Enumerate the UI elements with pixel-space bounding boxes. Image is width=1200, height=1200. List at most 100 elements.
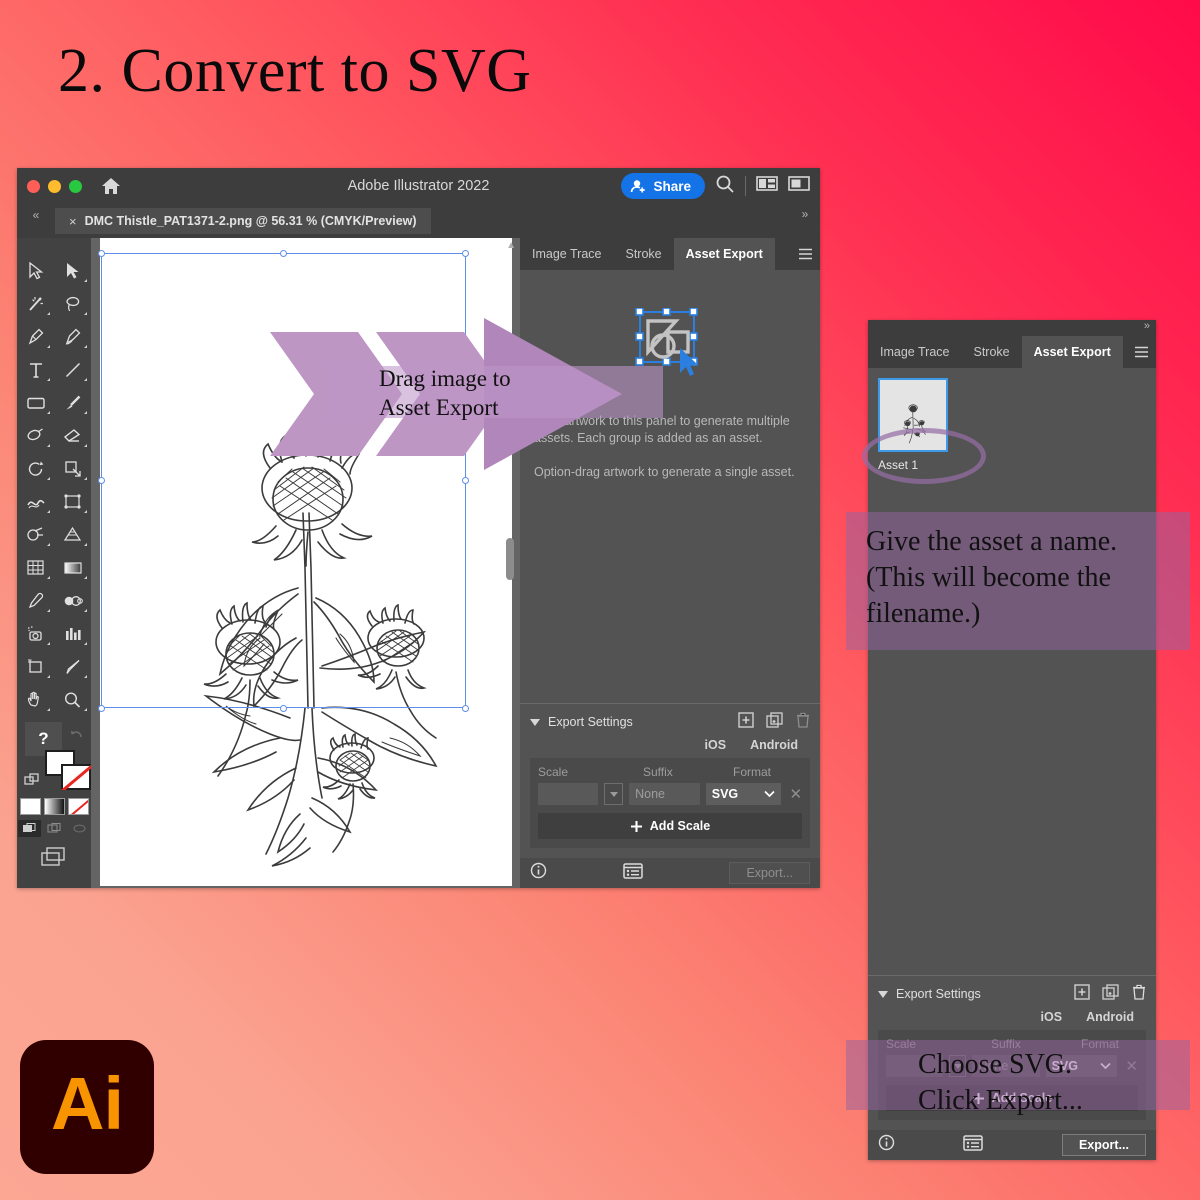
- gradient-swatch-button[interactable]: [43, 798, 65, 815]
- share-button[interactable]: Share: [621, 173, 705, 199]
- shape-builder-tool[interactable]: [17, 518, 54, 551]
- fill-and-stroke-swatches[interactable]: [45, 750, 91, 794]
- info-icon[interactable]: [530, 862, 547, 884]
- gradient-tool[interactable]: [54, 551, 91, 584]
- export-settings-header[interactable]: Export Settings: [530, 710, 810, 734]
- color-mode-buttons[interactable]: [19, 798, 89, 815]
- home-icon[interactable]: [100, 176, 122, 196]
- curvature-tool[interactable]: [54, 320, 91, 353]
- suffix-input[interactable]: None: [629, 783, 700, 805]
- export-settings-list-icon[interactable]: [963, 1134, 984, 1156]
- free-transform-tool[interactable]: [54, 485, 91, 518]
- pen-tool[interactable]: [17, 320, 54, 353]
- zoom-tool[interactable]: [54, 683, 91, 716]
- selection-handle[interactable]: [462, 705, 469, 712]
- add-preset-icon[interactable]: [738, 711, 754, 733]
- symbol-sprayer-tool[interactable]: [17, 617, 54, 650]
- delete-preset-icon[interactable]: [1132, 984, 1146, 1005]
- scale-input[interactable]: [538, 783, 599, 805]
- workspace-switcher-icon[interactable]: [788, 175, 810, 197]
- mesh-tool[interactable]: [17, 551, 54, 584]
- android-toggle[interactable]: Android: [750, 738, 798, 752]
- tab-asset-export[interactable]: Asset Export: [1021, 336, 1123, 368]
- blend-tool[interactable]: [54, 584, 91, 617]
- draw-inside-button[interactable]: [68, 820, 91, 837]
- selection-handle[interactable]: [98, 477, 105, 484]
- export-settings-list-icon[interactable]: [623, 862, 643, 884]
- shaper-tool[interactable]: [17, 419, 54, 452]
- format-select[interactable]: SVG: [705, 783, 782, 805]
- scale-tool[interactable]: [54, 452, 91, 485]
- eraser-tool[interactable]: [54, 419, 91, 452]
- scale-dropdown-icon[interactable]: [604, 783, 624, 805]
- lasso-tool[interactable]: [54, 287, 91, 320]
- export-button[interactable]: Export...: [1061, 1134, 1146, 1156]
- selection-handle[interactable]: [98, 705, 105, 712]
- selection-handle[interactable]: [98, 250, 105, 257]
- selection-handle[interactable]: [280, 705, 287, 712]
- tab-image-trace[interactable]: Image Trace: [868, 336, 961, 368]
- panel-menu-icon[interactable]: [790, 238, 820, 270]
- selection-tool[interactable]: [17, 254, 54, 287]
- line-segment-tool[interactable]: [54, 353, 91, 386]
- perspective-grid-tool[interactable]: [54, 518, 91, 551]
- tab-stroke[interactable]: Stroke: [613, 238, 673, 270]
- swap-fill-stroke-icon[interactable]: [23, 772, 41, 793]
- draw-normal-button[interactable]: [17, 820, 41, 837]
- eyedropper-tool[interactable]: [17, 584, 54, 617]
- export-button[interactable]: Export...: [729, 862, 810, 884]
- export-settings-header[interactable]: Export Settings: [878, 982, 1146, 1006]
- tab-asset-export[interactable]: Asset Export: [673, 238, 775, 270]
- tab-image-trace[interactable]: Image Trace: [520, 238, 613, 270]
- collapse-left-icon[interactable]: «: [17, 204, 55, 238]
- ios-toggle[interactable]: iOS: [705, 738, 727, 752]
- artboard-tool[interactable]: [17, 650, 54, 683]
- collapse-panel-icon[interactable]: »: [1144, 320, 1150, 336]
- tab-stroke[interactable]: Stroke: [961, 336, 1021, 368]
- platform-toggle-row[interactable]: iOS Android: [530, 738, 798, 752]
- type-tool[interactable]: [17, 353, 54, 386]
- none-swatch-button[interactable]: [67, 798, 89, 815]
- undo-arrow-icon[interactable]: [68, 726, 84, 745]
- selection-handle[interactable]: [462, 477, 469, 484]
- add-scale-button[interactable]: Add Scale: [538, 813, 802, 839]
- window-controls[interactable]: [27, 179, 82, 193]
- color-swatch-button[interactable]: [19, 798, 41, 815]
- collapse-right-icon[interactable]: »: [790, 204, 820, 238]
- close-document-icon[interactable]: ×: [69, 214, 77, 229]
- draw-behind-button[interactable]: [43, 820, 66, 837]
- screen-mode-icon[interactable]: [39, 846, 69, 873]
- platform-toggle-row[interactable]: iOS Android: [878, 1010, 1134, 1024]
- android-toggle[interactable]: Android: [1086, 1010, 1134, 1024]
- chevron-down-icon[interactable]: [530, 718, 540, 726]
- search-icon[interactable]: [715, 174, 735, 199]
- chevron-down-icon[interactable]: [878, 990, 888, 998]
- close-window-button[interactable]: [27, 179, 40, 193]
- delete-preset-icon[interactable]: [796, 712, 810, 733]
- remove-scale-icon[interactable]: ✕: [789, 785, 802, 803]
- duplicate-preset-icon[interactable]: [766, 711, 784, 733]
- add-preset-icon[interactable]: [1074, 983, 1090, 1005]
- floating-panel-collapse-bar[interactable]: »: [868, 320, 1156, 336]
- arrange-documents-icon[interactable]: [756, 175, 778, 197]
- minimize-window-button[interactable]: [48, 179, 61, 193]
- rectangle-tool[interactable]: [17, 386, 54, 419]
- maximize-window-button[interactable]: [69, 179, 82, 193]
- slice-tool[interactable]: [54, 650, 91, 683]
- direct-selection-tool[interactable]: [54, 254, 91, 287]
- fill-stroke-controls[interactable]: [17, 750, 91, 794]
- rotate-tool[interactable]: [17, 452, 54, 485]
- drawing-mode-buttons[interactable]: [17, 820, 91, 837]
- paintbrush-tool[interactable]: [54, 386, 91, 419]
- scrollbar-thumb[interactable]: [506, 538, 514, 580]
- width-tool[interactable]: [17, 485, 54, 518]
- panel-menu-icon[interactable]: [1126, 336, 1156, 368]
- info-icon[interactable]: [878, 1134, 895, 1156]
- hand-tool[interactable]: [17, 683, 54, 716]
- column-graph-tool[interactable]: [54, 617, 91, 650]
- document-tab[interactable]: × DMC Thistle_PAT1371-2.png @ 56.31 % (C…: [55, 208, 431, 234]
- selection-handle[interactable]: [462, 250, 469, 257]
- duplicate-preset-icon[interactable]: [1102, 983, 1120, 1005]
- magic-wand-tool[interactable]: [17, 287, 54, 320]
- ios-toggle[interactable]: iOS: [1041, 1010, 1063, 1024]
